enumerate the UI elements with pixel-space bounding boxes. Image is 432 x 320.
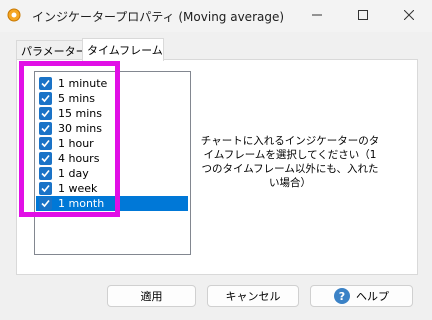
apply-button[interactable]: 適用	[107, 285, 196, 307]
window-title: インジケータープロパティ (Moving average)	[32, 10, 285, 24]
close-button[interactable]	[386, 0, 432, 32]
minimize-icon	[312, 8, 322, 24]
minimize-button[interactable]	[294, 0, 340, 32]
cancel-button-label: キャンセル	[225, 290, 281, 303]
tab-parameters[interactable]: パラメーター	[16, 40, 90, 60]
help-icon: ?	[334, 288, 350, 304]
apply-button-label: 適用	[140, 290, 163, 303]
maximize-button[interactable]	[340, 0, 386, 32]
help-button[interactable]: ? ヘルプ	[310, 285, 413, 307]
tab-label: パラメーター	[21, 44, 87, 58]
maximize-icon	[358, 8, 368, 24]
highlight-box	[19, 61, 120, 217]
tab-label: タイムフレーム	[87, 44, 163, 57]
close-icon	[403, 8, 415, 24]
help-button-label: ヘルプ	[356, 290, 389, 303]
cancel-button[interactable]: キャンセル	[207, 285, 299, 307]
gear-icon	[6, 7, 22, 23]
timeframe-description: チャートに入れるインジケーターのタイムフレームを選択してください（1つのタイムフ…	[200, 135, 380, 189]
tab-timeframes[interactable]: タイムフレーム	[82, 38, 164, 61]
title-bar: インジケータープロパティ (Moving average)	[0, 0, 432, 32]
